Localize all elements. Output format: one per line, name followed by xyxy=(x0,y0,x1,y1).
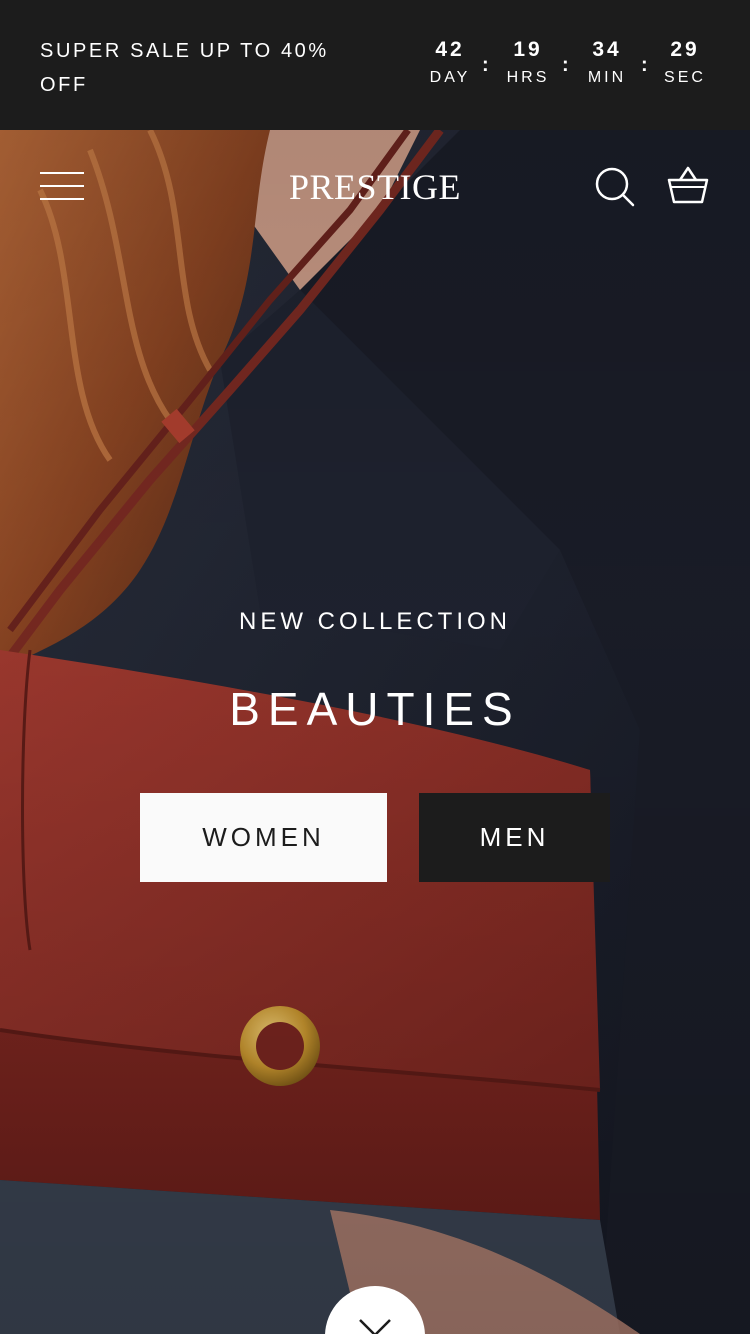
shop-women-button[interactable]: WOMEN xyxy=(140,793,387,882)
countdown-minutes-label: MIN xyxy=(587,69,627,86)
hero-title: BEAUTIES xyxy=(229,683,521,735)
announcement-bar: SUPER SALE UP TO 40% OFF 42 DAY : 19 HRS… xyxy=(0,0,750,130)
hero-subheading: NEW COLLECTION xyxy=(238,608,512,635)
countdown-separator: : xyxy=(562,54,569,76)
countdown-hours: 19 HRS xyxy=(498,36,558,88)
countdown-separator: : xyxy=(482,54,489,76)
cart-icon[interactable] xyxy=(666,164,710,208)
countdown-minutes-value: 34 xyxy=(592,38,622,61)
site-logo[interactable]: PRESTIGE xyxy=(225,166,525,208)
countdown-minutes: 34 MIN xyxy=(577,36,637,88)
search-icon[interactable] xyxy=(594,166,636,208)
countdown-seconds-label: SEC xyxy=(664,69,706,86)
hero-section: PRESTIGE NEW COLLECTION BEAUTIES WOMEN M… xyxy=(0,130,750,1334)
countdown-days-value: 42 xyxy=(435,38,465,61)
shop-men-button[interactable]: MEN xyxy=(419,793,610,882)
countdown-seconds-value: 29 xyxy=(670,38,700,61)
countdown-hours-label: HRS xyxy=(506,69,550,86)
sale-announcement-text: SUPER SALE UP TO 40% OFF xyxy=(40,40,329,96)
countdown-hours-value: 19 xyxy=(513,38,543,61)
countdown-days-label: DAY xyxy=(429,69,471,86)
countdown-seconds: 29 SEC xyxy=(655,36,715,88)
menu-icon[interactable] xyxy=(40,170,84,202)
countdown-separator: : xyxy=(641,54,648,76)
countdown-days: 42 DAY xyxy=(420,36,480,88)
chevron-down-icon xyxy=(359,1319,391,1334)
